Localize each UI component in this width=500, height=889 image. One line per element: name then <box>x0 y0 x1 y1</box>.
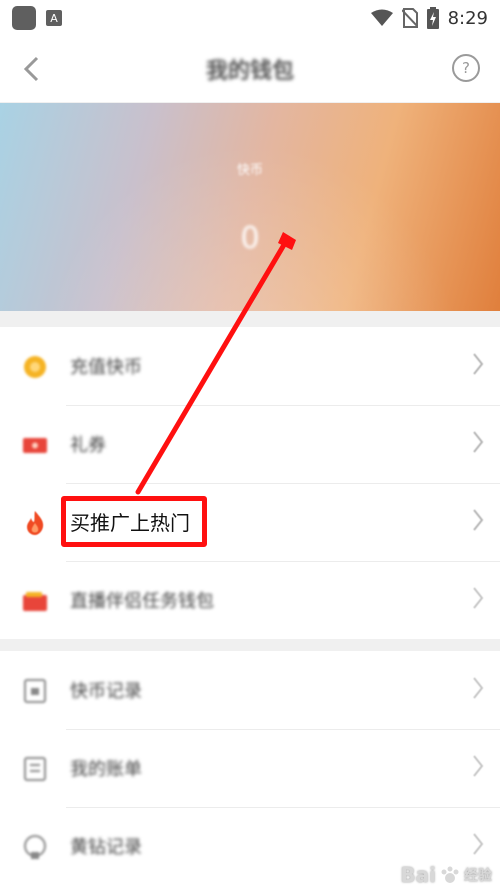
fire-icon <box>27 511 44 535</box>
chevron-right-icon <box>473 431 484 453</box>
no-sim-icon <box>401 8 418 28</box>
records-menu: 快币记录 我的账单 黄钻记录 <box>0 651 500 889</box>
menu-item-label: 快币记录 <box>70 681 142 702</box>
diamond-record-icon <box>24 835 46 859</box>
menu-item-task-wallet[interactable]: 直播伴侣任务钱包 <box>0 561 500 639</box>
menu-item-coin-record[interactable]: 快币记录 <box>0 651 500 729</box>
menu-item-label: 黄钻记录 <box>70 837 142 858</box>
back-arrow-icon[interactable] <box>22 56 40 82</box>
bill-icon <box>24 757 46 781</box>
balance-currency-label: 快币 <box>236 163 263 178</box>
menu-item-label: 充值快币 <box>70 357 142 378</box>
page-title: 我的钱包 <box>205 59 294 84</box>
watermark-brand: Bai <box>400 863 436 887</box>
chevron-right-icon <box>473 587 484 609</box>
wallet-menu: 充值快币 礼券 买推广上热门 直播伴侣任务钱包 <box>0 327 500 639</box>
chevron-right-icon <box>473 755 484 777</box>
chevron-right-icon <box>473 677 484 699</box>
watermark: Bai 经验 <box>400 863 492 887</box>
notification-a-icon: A <box>46 10 62 26</box>
paw-icon <box>441 866 459 883</box>
menu-item-coupon[interactable]: 礼券 <box>0 405 500 483</box>
help-icon[interactable]: ? <box>452 54 480 82</box>
wifi-icon <box>370 9 393 26</box>
chevron-right-icon <box>473 353 484 375</box>
chevron-right-icon <box>473 509 484 531</box>
chevron-right-icon <box>473 833 484 855</box>
menu-item-label: 直播伴侣任务钱包 <box>70 591 214 612</box>
menu-item-label: 礼券 <box>70 435 106 456</box>
notification-app-icon <box>12 6 36 30</box>
status-time: 8:29 <box>447 7 488 29</box>
watermark-suffix: 经验 <box>464 868 492 884</box>
menu-item-my-bill[interactable]: 我的账单 <box>0 729 500 807</box>
nav-bar: 我的钱包 ? <box>0 36 500 102</box>
balance-banner: 快币 0 <box>0 103 500 311</box>
ticket-icon <box>23 438 47 453</box>
coin-icon <box>24 356 46 378</box>
coin-record-icon <box>24 679 46 703</box>
menu-item-recharge[interactable]: 充值快币 <box>0 327 500 405</box>
status-bar: A 8:29 <box>0 0 500 36</box>
menu-item-label: 我的账单 <box>70 759 142 780</box>
annotation-highlight-box <box>61 496 207 547</box>
wallet-icon <box>23 592 47 611</box>
battery-charging-icon <box>426 7 439 29</box>
balance-value: 0 <box>240 221 260 256</box>
